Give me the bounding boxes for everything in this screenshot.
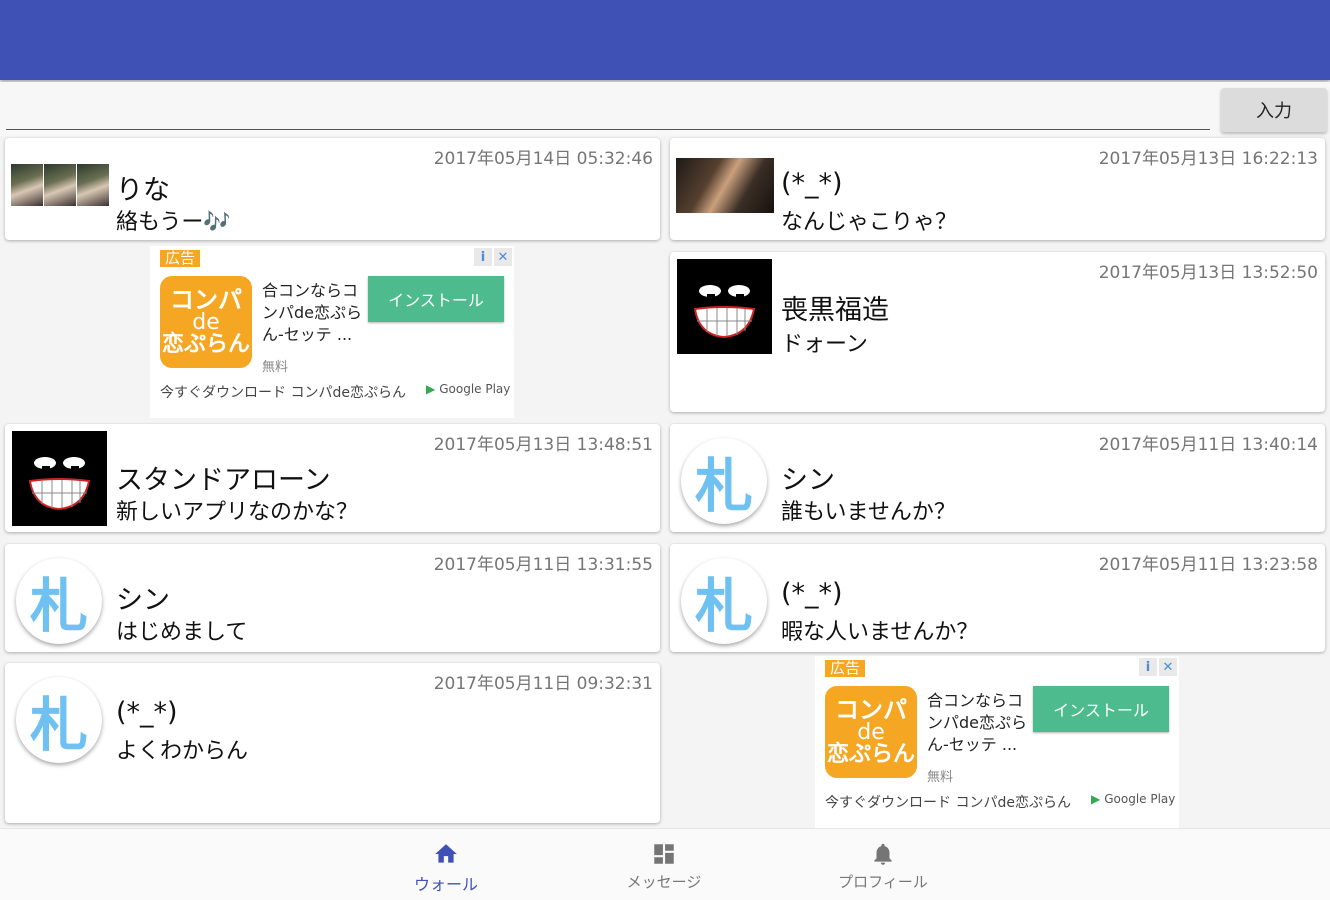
google-play-icon: ▶ bbox=[426, 382, 436, 396]
post-timestamp: 2017年05月11日 13:31:55 bbox=[433, 555, 653, 575]
post-card[interactable]: 2017年05月13日 13:48:51 スタンドアローン 新しいアプリなのかな… bbox=[5, 424, 660, 532]
bottom-navigation: ウォール メッセージ プロフィール bbox=[0, 828, 1330, 900]
post-message: 暇な人いませんか？ bbox=[781, 620, 979, 645]
post-username: (*_*) bbox=[781, 578, 843, 609]
post-message: ドォーン bbox=[781, 332, 868, 357]
ad-app-icon-line: コンパ bbox=[170, 286, 242, 314]
user-avatar-photo[interactable] bbox=[676, 158, 774, 213]
google-play-icon: ▶ bbox=[1091, 792, 1101, 806]
post-username: スタンドアローン bbox=[116, 465, 331, 496]
post-card[interactable]: 札 2017年05月11日 13:40:14 シン 誰もいませんか？ bbox=[670, 424, 1325, 532]
user-avatar-default[interactable]: 札 bbox=[16, 677, 102, 763]
ad-download-text[interactable]: 今すぐダウンロード コンパde恋ぷらん bbox=[825, 792, 1071, 812]
nav-tab-messages[interactable]: メッセージ bbox=[584, 829, 744, 900]
ad-app-icon-line: コンパ bbox=[835, 696, 907, 724]
post-card[interactable]: 2017年05月13日 16:22:13 (*_*) なんじゃこりゃ？ bbox=[670, 138, 1325, 240]
ad-banner[interactable]: 広告 i ✕ コンパ de 恋ぷらん 合コンならコンパde恋ぷらん-セッテ ..… bbox=[150, 246, 514, 418]
user-avatar-photo[interactable] bbox=[11, 164, 109, 206]
ad-app-icon[interactable]: コンパ de 恋ぷらん bbox=[160, 276, 252, 368]
app-bar bbox=[0, 0, 1330, 80]
google-play-label: Google Play bbox=[439, 382, 511, 396]
post-username: シン bbox=[781, 465, 835, 496]
post-timestamp: 2017年05月13日 13:52:50 bbox=[1098, 263, 1318, 283]
ad-badge: 広告 bbox=[160, 250, 201, 267]
post-username: 喪黒福造 bbox=[781, 295, 889, 326]
ad-install-button[interactable]: インストール bbox=[368, 276, 504, 322]
home-icon bbox=[435, 844, 457, 863]
grin-face-icon bbox=[693, 285, 756, 339]
nav-tab-label: プロフィール bbox=[838, 873, 928, 891]
submit-post-button[interactable]: 入力 bbox=[1221, 88, 1327, 132]
ad-info-icon[interactable]: i bbox=[474, 248, 492, 266]
post-message: 絡もうー🎶 bbox=[116, 210, 231, 235]
post-text-input[interactable] bbox=[6, 102, 1210, 130]
post-timestamp: 2017年05月13日 13:48:51 bbox=[433, 435, 653, 455]
post-input-row: 入力 bbox=[0, 82, 1330, 136]
post-timestamp: 2017年05月11日 13:23:58 bbox=[1098, 555, 1318, 575]
ad-controls: i ✕ bbox=[1139, 658, 1177, 676]
ad-install-button[interactable]: インストール bbox=[1033, 686, 1169, 732]
post-card[interactable]: 札 2017年05月11日 13:31:55 シン はじめまして bbox=[5, 544, 660, 652]
bell-icon bbox=[874, 843, 892, 865]
post-username: りな bbox=[116, 175, 170, 206]
user-avatar-default[interactable]: 札 bbox=[16, 558, 102, 644]
post-message: 誰もいませんか？ bbox=[781, 500, 956, 525]
post-card[interactable]: 2017年05月14日 05:32:46 りな 絡もうー🎶 bbox=[5, 138, 660, 240]
post-card[interactable]: 札 2017年05月11日 13:23:58 (*_*) 暇な人いませんか？ bbox=[670, 544, 1325, 652]
ad-app-icon[interactable]: コンパ de 恋ぷらん bbox=[825, 686, 917, 778]
nav-tab-profile[interactable]: プロフィール bbox=[803, 829, 963, 900]
user-avatar-grin-face[interactable] bbox=[677, 259, 772, 354]
post-username: (*_*) bbox=[116, 697, 178, 728]
fuda-glyph-icon: 札 bbox=[29, 691, 88, 759]
user-avatar-default[interactable]: 札 bbox=[681, 558, 767, 644]
google-play-badge[interactable]: ▶ Google Play bbox=[426, 382, 510, 396]
google-play-badge[interactable]: ▶ Google Play bbox=[1091, 792, 1175, 806]
post-username: シン bbox=[116, 585, 170, 616]
post-message: 新しいアプリなのかな？ bbox=[116, 500, 359, 525]
post-timestamp: 2017年05月11日 13:40:14 bbox=[1098, 435, 1318, 455]
ad-app-icon-line: 恋ぷらん bbox=[826, 742, 915, 767]
ad-info-icon[interactable]: i bbox=[1139, 658, 1157, 676]
post-timestamp: 2017年05月13日 16:22:13 bbox=[1098, 149, 1318, 169]
dashboard-icon bbox=[654, 844, 674, 864]
ad-download-text[interactable]: 今すぐダウンロード コンパde恋ぷらん bbox=[160, 382, 406, 402]
post-card[interactable]: 2017年05月13日 13:52:50 喪黒福造 ドォーン bbox=[670, 252, 1325, 412]
ad-close-icon[interactable]: ✕ bbox=[494, 248, 512, 266]
fuda-glyph-icon: 札 bbox=[694, 572, 753, 640]
ad-banner[interactable]: 広告 i ✕ コンパ de 恋ぷらん 合コンならコンパde恋ぷらん-セッテ ..… bbox=[815, 656, 1179, 828]
ad-app-icon-line: de bbox=[857, 720, 885, 745]
ad-app-icon-line: de bbox=[192, 310, 220, 335]
post-message: はじめまして bbox=[116, 620, 248, 645]
nav-tab-wall[interactable]: ウォール bbox=[366, 829, 526, 900]
grin-face-icon bbox=[28, 457, 91, 511]
ad-app-icon-line: 恋ぷらん bbox=[161, 332, 250, 357]
ad-price: 無料 bbox=[262, 360, 289, 375]
ad-badge: 広告 bbox=[825, 660, 866, 677]
user-avatar-default[interactable]: 札 bbox=[681, 438, 767, 524]
google-play-label: Google Play bbox=[1104, 792, 1176, 806]
post-message: よくわからん bbox=[116, 739, 249, 764]
ad-description: 合コンならコンパde恋ぷらん-セッテ ... bbox=[927, 691, 1028, 754]
fuda-glyph-icon: 札 bbox=[29, 572, 88, 640]
nav-tab-label: ウォール bbox=[413, 875, 478, 894]
post-username: (*_*) bbox=[781, 168, 843, 199]
ad-close-icon[interactable]: ✕ bbox=[1159, 658, 1177, 676]
post-card[interactable]: 札 2017年05月11日 09:32:31 (*_*) よくわからん bbox=[5, 663, 660, 823]
post-timestamp: 2017年05月14日 05:32:46 bbox=[433, 149, 653, 169]
ad-controls: i ✕ bbox=[474, 248, 512, 266]
user-avatar-grin-face[interactable] bbox=[12, 431, 107, 526]
fuda-glyph-icon: 札 bbox=[694, 452, 753, 520]
ad-description: 合コンならコンパde恋ぷらん-セッテ ... bbox=[262, 281, 363, 344]
post-message: なんじゃこりゃ？ bbox=[781, 210, 958, 235]
post-timestamp: 2017年05月11日 09:32:31 bbox=[433, 674, 653, 694]
nav-tab-label: メッセージ bbox=[626, 873, 702, 891]
ad-price: 無料 bbox=[927, 770, 954, 785]
